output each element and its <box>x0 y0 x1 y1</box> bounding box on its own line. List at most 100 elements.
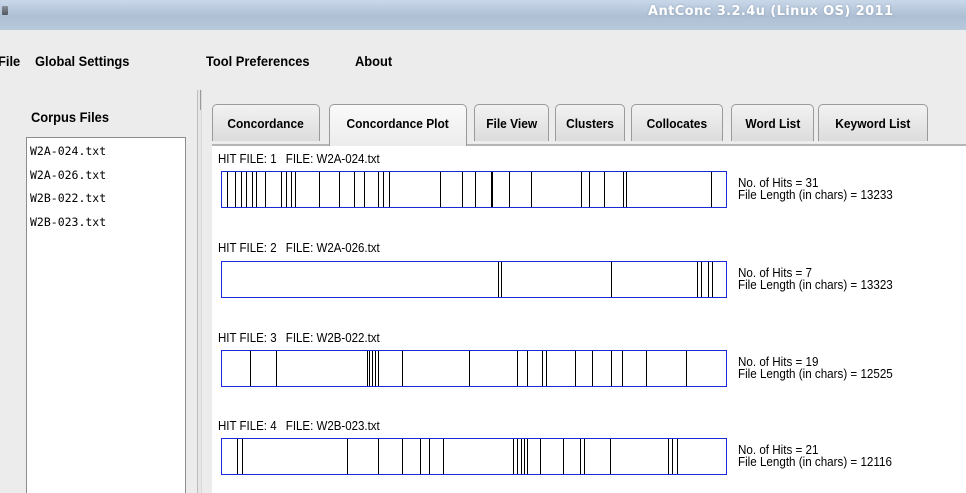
hit-marker[interactable] <box>281 172 282 207</box>
hit-marker[interactable] <box>668 439 669 474</box>
corpus-file-item[interactable]: W2A-024.txt <box>27 144 185 168</box>
hit-marker[interactable] <box>580 439 581 474</box>
hit-marker[interactable] <box>291 172 292 207</box>
hit-marker[interactable] <box>546 351 547 386</box>
hit-marker[interactable] <box>492 172 493 207</box>
hit-marker[interactable] <box>227 172 228 207</box>
hit-marker[interactable] <box>531 172 532 207</box>
menu-tool-preferences[interactable]: Tool Preferences <box>206 53 310 69</box>
hit-marker[interactable] <box>367 351 368 386</box>
hit-marker[interactable] <box>286 172 287 207</box>
hit-marker[interactable] <box>527 439 528 474</box>
hit-marker[interactable] <box>347 439 348 474</box>
hit-marker[interactable] <box>469 351 470 386</box>
hit-plot-bar[interactable] <box>221 438 727 475</box>
hit-marker[interactable] <box>540 439 541 474</box>
hit-marker[interactable] <box>575 351 576 386</box>
hit-marker[interactable] <box>462 172 463 207</box>
hit-marker[interactable] <box>623 172 624 207</box>
hit-marker[interactable] <box>498 262 499 297</box>
hit-marker[interactable] <box>339 172 340 207</box>
tab-file-view[interactable]: File View <box>474 104 549 141</box>
hit-marker[interactable] <box>440 172 441 207</box>
hit-marker[interactable] <box>509 172 510 207</box>
hit-marker[interactable] <box>378 439 379 474</box>
title-bar[interactable]: AntConc 3.2.4u (Linux OS) 2011 <box>0 0 966 30</box>
hit-marker[interactable] <box>589 172 590 207</box>
hit-marker[interactable] <box>524 439 525 474</box>
panel-splitter[interactable] <box>197 90 202 493</box>
hit-marker[interactable] <box>429 439 430 474</box>
menu-about[interactable]: About <box>355 53 392 69</box>
corpus-file-item[interactable]: W2B-022.txt <box>27 191 185 215</box>
hit-marker[interactable] <box>354 172 355 207</box>
hit-marker[interactable] <box>242 439 243 474</box>
hit-marker[interactable] <box>592 351 593 386</box>
tab-keyword-list[interactable]: Keyword List <box>818 104 928 141</box>
tab-clusters[interactable]: Clusters <box>555 104 625 141</box>
hit-marker[interactable] <box>611 351 612 386</box>
hit-marker[interactable] <box>241 172 242 207</box>
hit-marker[interactable] <box>513 439 514 474</box>
tab-concordance-plot[interactable]: Concordance Plot <box>329 104 467 146</box>
hit-marker[interactable] <box>686 351 687 386</box>
hit-marker[interactable] <box>389 172 390 207</box>
hit-marker[interactable] <box>626 172 627 207</box>
hit-marker[interactable] <box>672 439 673 474</box>
hit-marker[interactable] <box>364 172 365 207</box>
hit-marker[interactable] <box>527 351 528 386</box>
hit-marker[interactable] <box>517 439 518 474</box>
hit-marker[interactable] <box>701 262 702 297</box>
hit-marker[interactable] <box>521 439 522 474</box>
hit-marker[interactable] <box>677 439 678 474</box>
menu-global-settings[interactable]: Global Settings <box>35 53 129 69</box>
hit-marker[interactable] <box>517 351 518 386</box>
corpus-file-item[interactable]: W2B-023.txt <box>27 215 185 239</box>
hit-marker[interactable] <box>378 351 379 386</box>
hit-marker[interactable] <box>708 262 709 297</box>
hit-marker[interactable] <box>383 172 384 207</box>
hit-plot-bar[interactable] <box>221 350 727 387</box>
hit-marker[interactable] <box>475 172 476 207</box>
hit-marker[interactable] <box>646 351 647 386</box>
hit-marker[interactable] <box>378 172 379 207</box>
hit-marker[interactable] <box>420 439 421 474</box>
hit-marker[interactable] <box>265 172 266 207</box>
window-menu-icon[interactable] <box>2 6 8 15</box>
hit-marker[interactable] <box>501 262 502 297</box>
hit-marker[interactable] <box>712 262 713 297</box>
splitter-grip[interactable] <box>198 90 201 110</box>
tab-word-list[interactable]: Word List <box>731 104 814 141</box>
hit-marker[interactable] <box>250 351 251 386</box>
hit-marker[interactable] <box>581 172 582 207</box>
hit-marker[interactable] <box>584 439 585 474</box>
hit-marker[interactable] <box>542 351 543 386</box>
corpus-file-item[interactable]: W2A-026.txt <box>27 168 185 192</box>
tab-concordance[interactable]: Concordance <box>212 104 320 141</box>
hit-marker[interactable] <box>372 351 373 386</box>
hit-marker[interactable] <box>443 439 444 474</box>
hit-marker[interactable] <box>246 172 247 207</box>
hit-marker[interactable] <box>610 439 611 474</box>
menu-file[interactable]: File <box>0 53 20 69</box>
hit-marker[interactable] <box>276 351 277 386</box>
hit-plot-bar[interactable] <box>221 261 727 298</box>
hit-marker[interactable] <box>402 351 403 386</box>
concordance-plot-area[interactable]: HIT FILE: 1 FILE: W2A-024.txt No. of Hits… <box>212 146 966 493</box>
hit-marker[interactable] <box>295 172 296 207</box>
hit-marker[interactable] <box>611 262 612 297</box>
hit-marker[interactable] <box>563 439 564 474</box>
hit-marker[interactable] <box>375 351 376 386</box>
hit-marker[interactable] <box>252 172 253 207</box>
hit-marker[interactable] <box>256 172 257 207</box>
hit-marker[interactable] <box>622 351 623 386</box>
hit-marker[interactable] <box>237 439 238 474</box>
hit-marker[interactable] <box>319 172 320 207</box>
hit-marker[interactable] <box>402 439 403 474</box>
hit-marker[interactable] <box>711 172 712 207</box>
tab-collocates[interactable]: Collocates <box>631 104 723 141</box>
hit-marker[interactable] <box>369 351 370 386</box>
hit-plot-bar[interactable] <box>221 171 727 208</box>
hit-marker[interactable] <box>697 262 698 297</box>
hit-marker[interactable] <box>235 172 236 207</box>
